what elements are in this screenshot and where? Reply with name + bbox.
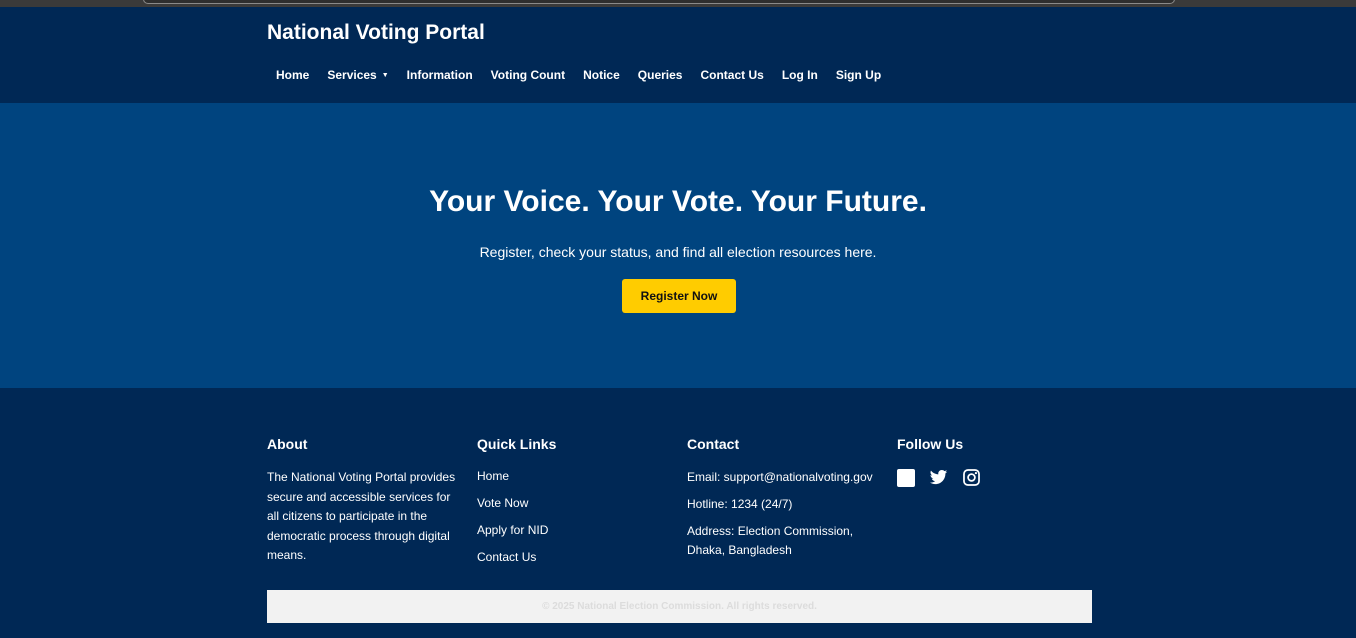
nav-log-in-label: Log In (781, 68, 818, 82)
nav-sign-up-label: Sign Up (835, 68, 882, 82)
footer-quick-links-heading: Quick Links (477, 436, 557, 452)
nav-notice[interactable]: Notice (574, 68, 629, 82)
nav-contact-us[interactable]: Contact Us (691, 68, 772, 82)
footer-about: About The National Voting Portal provide… (267, 436, 457, 566)
footer-follow: Follow Us (897, 436, 1087, 487)
footer-link-home[interactable]: Home (477, 468, 667, 484)
nav-notice-label: Notice (583, 68, 620, 82)
nav-sign-up[interactable]: Sign Up (827, 68, 890, 82)
nav-information[interactable]: Information (398, 68, 482, 82)
footer-follow-heading: Follow Us (897, 436, 964, 452)
site-title[interactable]: National Voting Portal (267, 21, 485, 45)
nav-log-in[interactable]: Log In (773, 68, 827, 82)
copyright-bar: © 2025 National Election Commission. All… (267, 590, 1092, 623)
nav-services-label: Services (327, 68, 377, 82)
footer-contact-hotline: Hotline: 1234 (24/7) (687, 497, 793, 511)
footer-contact-address: Address: Election Commission, Dhaka, Ban… (687, 524, 854, 557)
social-icons (897, 468, 1087, 487)
main-nav: Home Services ▼ Information Voting Count … (267, 65, 890, 85)
footer-link-contact-us[interactable]: Contact Us (477, 549, 667, 565)
footer-quick-links: Quick Links Home Vote Now Apply for NID … (477, 436, 667, 576)
footer-about-heading: About (267, 436, 308, 452)
nav-queries[interactable]: Queries (629, 68, 692, 82)
nav-services[interactable]: Services ▼ (318, 68, 397, 82)
instagram-icon[interactable] (962, 468, 981, 487)
browser-chrome-strip (0, 0, 1356, 7)
nav-contact-us-label: Contact Us (700, 68, 764, 82)
nav-home-label: Home (276, 68, 310, 82)
site-footer: About The National Voting Portal provide… (0, 388, 1356, 638)
nav-home[interactable]: Home (267, 68, 318, 82)
nav-voting-count-label: Voting Count (490, 68, 566, 82)
caret-down-icon: ▼ (381, 72, 389, 79)
hero-subtext: Register, check your status, and find al… (479, 244, 877, 260)
facebook-icon[interactable] (897, 468, 915, 487)
nav-voting-count[interactable]: Voting Count (482, 68, 574, 82)
site-header: National Voting Portal Home Services ▼ In… (0, 7, 1356, 103)
hero-section: Your Voice. Your Vote. Your Future. Regi… (0, 103, 1356, 388)
register-now-button[interactable]: Register Now (622, 279, 736, 313)
footer-link-apply-nid[interactable]: Apply for NID (477, 522, 667, 538)
footer-contact: Contact Email: support@nationalvoting.go… (687, 436, 887, 568)
footer-about-text: The National Voting Portal provides secu… (267, 470, 456, 562)
footer-contact-heading: Contact (687, 436, 740, 452)
nav-queries-label: Queries (637, 68, 683, 82)
twitter-icon[interactable] (929, 468, 948, 487)
footer-link-vote-now[interactable]: Vote Now (477, 495, 667, 511)
browser-address-bar[interactable] (143, 0, 1175, 4)
hero-headline: Your Voice. Your Vote. Your Future. (429, 185, 927, 218)
footer-contact-email: Email: support@nationalvoting.gov (687, 470, 873, 484)
nav-information-label: Information (406, 68, 473, 82)
